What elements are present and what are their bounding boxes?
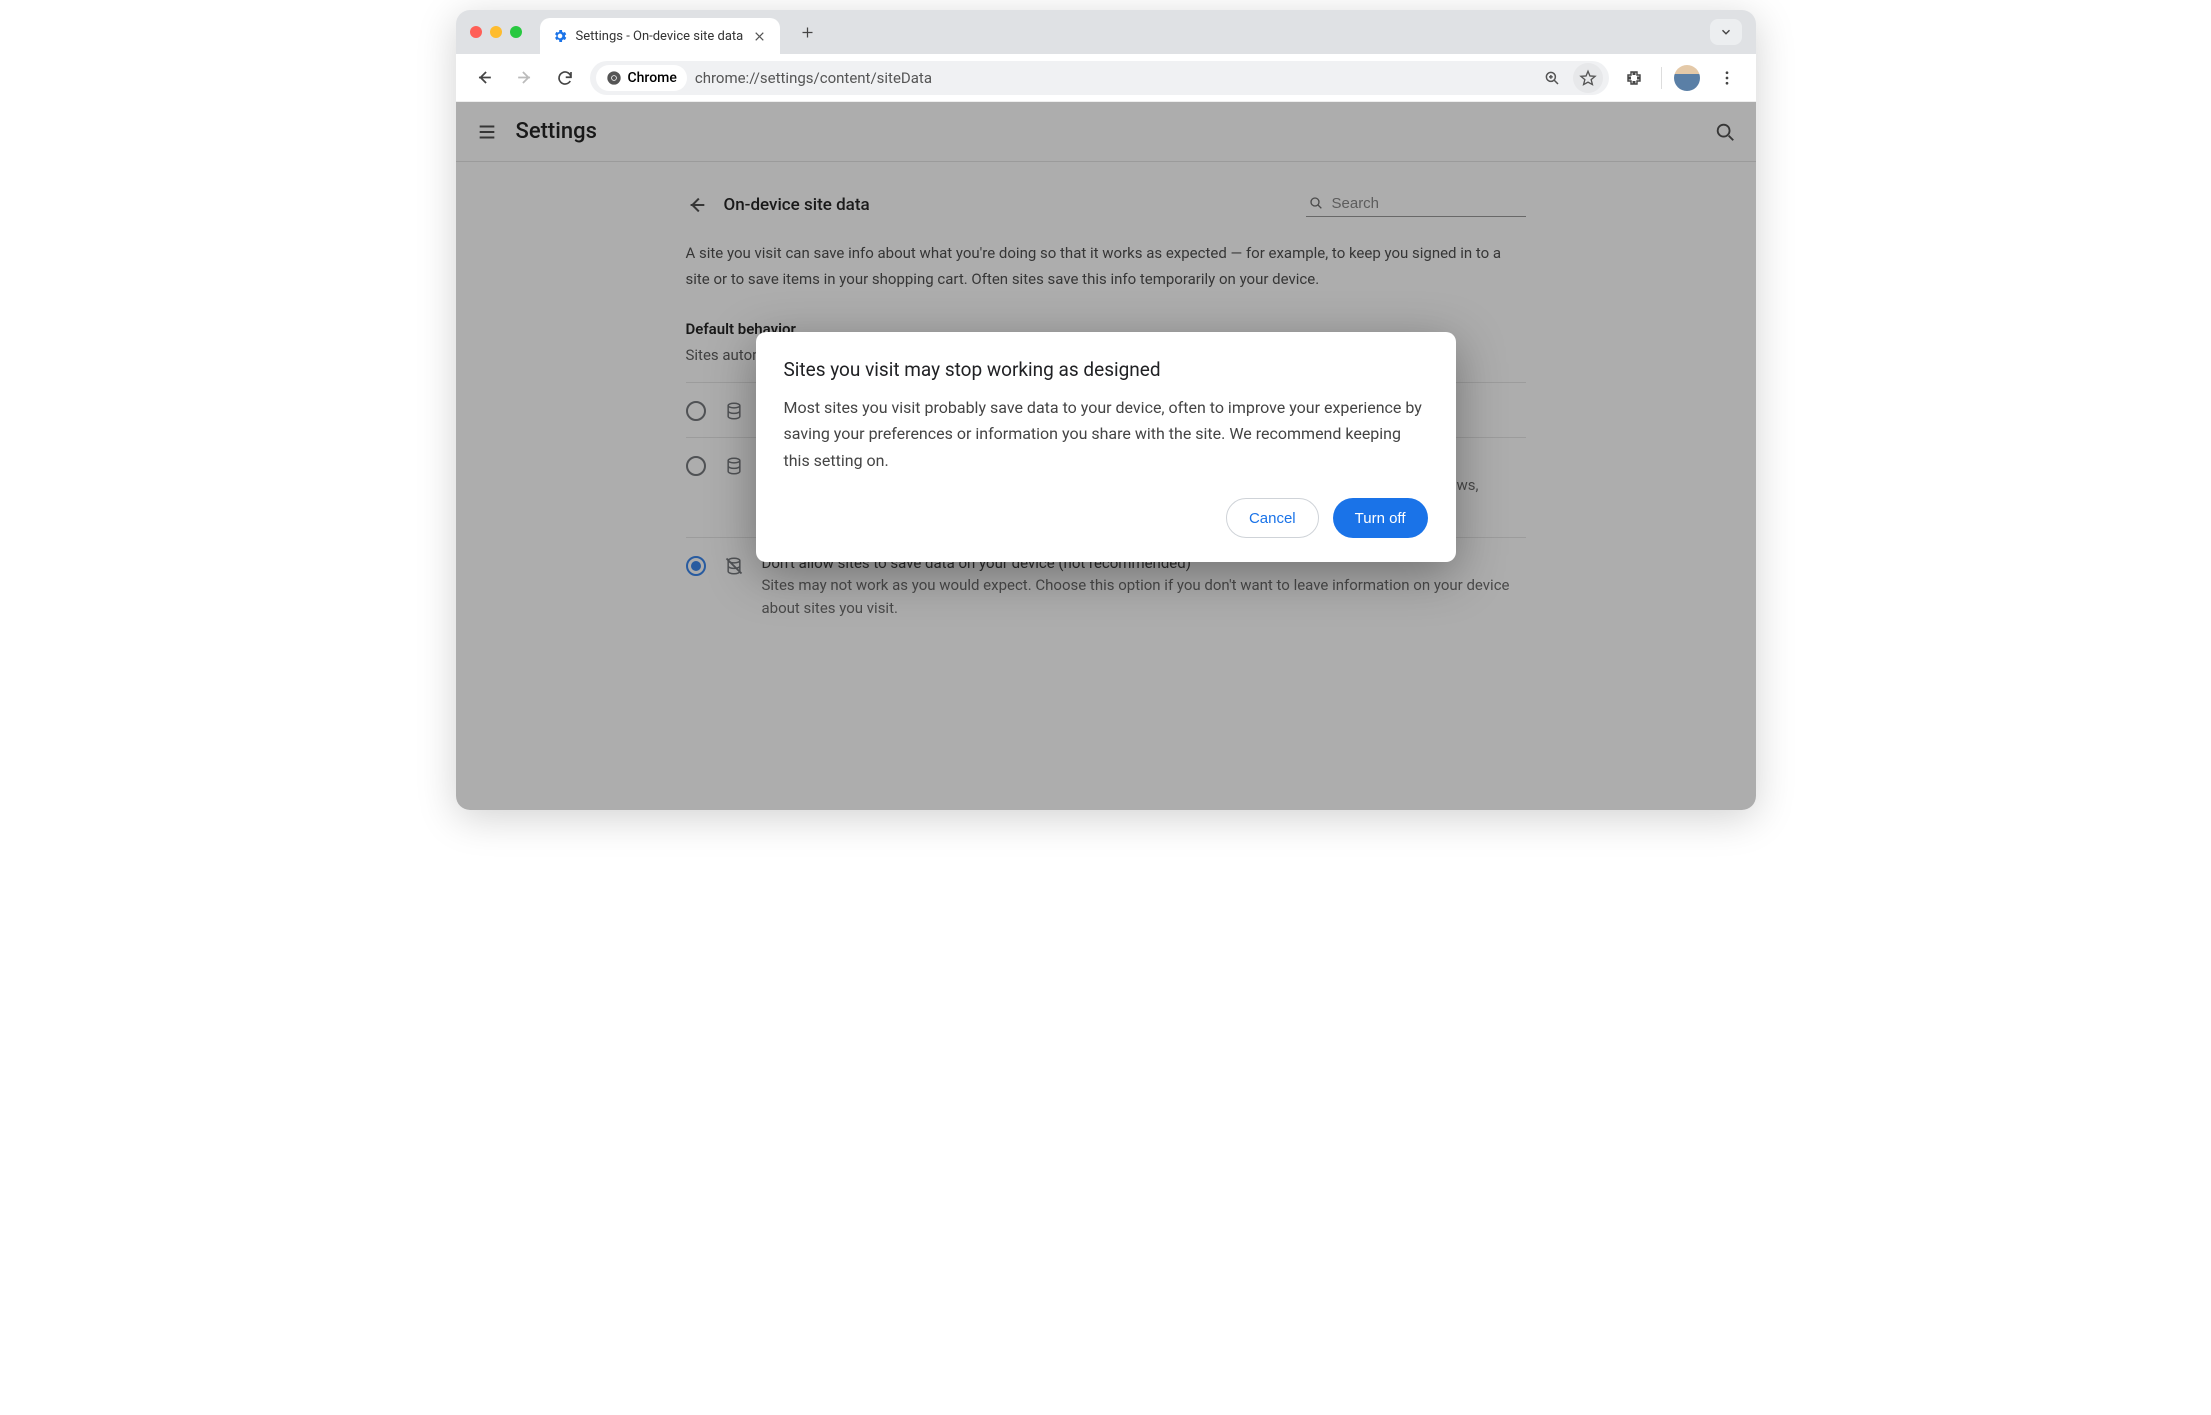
extensions-icon[interactable] (1619, 63, 1649, 93)
site-chip[interactable]: Chrome (596, 65, 687, 91)
dialog-title: Sites you visit may stop working as desi… (784, 358, 1428, 381)
forward-button[interactable] (510, 63, 540, 93)
chrome-logo-icon (606, 70, 622, 86)
cancel-button[interactable]: Cancel (1226, 498, 1319, 538)
zoom-icon[interactable] (1537, 63, 1567, 93)
reload-button[interactable] (550, 63, 580, 93)
back-button[interactable] (470, 63, 500, 93)
browser-toolbar: Chrome chrome://settings/content/siteDat… (456, 54, 1756, 102)
page-content: Settings On-device site data A site yo (456, 102, 1756, 810)
gear-icon (552, 28, 568, 44)
toolbar-divider (1661, 67, 1662, 89)
turn-off-button[interactable]: Turn off (1333, 498, 1428, 538)
window-close-button[interactable] (470, 26, 482, 38)
site-chip-label: Chrome (628, 70, 677, 86)
kebab-menu-icon[interactable] (1712, 63, 1742, 93)
browser-window: Settings - On-device site data (456, 10, 1756, 810)
dialog-body: Most sites you visit probably save data … (784, 395, 1428, 474)
window-controls (470, 26, 522, 38)
url-text: chrome://settings/content/siteData (695, 69, 1529, 87)
browser-tab[interactable]: Settings - On-device site data (540, 18, 780, 54)
tab-search-button[interactable] (1710, 19, 1742, 45)
window-minimize-button[interactable] (490, 26, 502, 38)
dialog-actions: Cancel Turn off (784, 498, 1428, 538)
tab-close-button[interactable] (752, 28, 768, 44)
bookmark-icon[interactable] (1573, 63, 1603, 93)
tab-title: Settings - On-device site data (576, 29, 744, 44)
confirm-dialog: Sites you visit may stop working as desi… (756, 332, 1456, 562)
address-bar[interactable]: Chrome chrome://settings/content/siteDat… (590, 61, 1609, 95)
window-zoom-button[interactable] (510, 26, 522, 38)
new-tab-button[interactable] (794, 18, 822, 46)
profile-avatar[interactable] (1674, 65, 1700, 91)
tab-strip: Settings - On-device site data (456, 10, 1756, 54)
